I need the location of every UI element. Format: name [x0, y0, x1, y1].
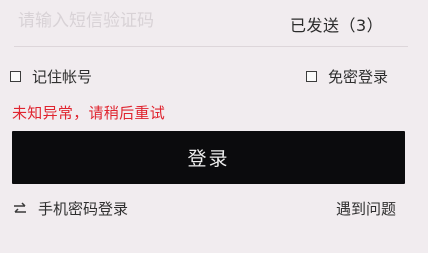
switch-to-password-login-link[interactable]: 手机密码登录	[12, 198, 128, 219]
login-options: 记住帐号 免密登录	[0, 62, 428, 92]
resend-code-countdown[interactable]: 已发送（3）	[290, 12, 383, 36]
remember-account-label: 记住帐号	[32, 68, 93, 86]
error-message: 未知异常，请稍后重试	[12, 104, 166, 122]
swap-arrows-icon	[12, 201, 28, 217]
auto-login-label: 免密登录	[328, 68, 389, 86]
switch-login-label: 手机密码登录	[38, 200, 129, 218]
checkbox-icon[interactable]	[306, 71, 317, 82]
footer-links: 手机密码登录 遇到问题	[0, 198, 428, 224]
login-button[interactable]: 登录	[12, 131, 405, 184]
input-underline	[14, 46, 408, 47]
sms-code-row: 已发送（3）	[0, 0, 428, 44]
auto-login-checkbox[interactable]: 免密登录	[306, 66, 388, 87]
help-link[interactable]: 遇到问题	[336, 198, 396, 219]
checkbox-icon[interactable]	[10, 71, 21, 82]
sms-code-input[interactable]	[14, 6, 264, 36]
remember-account-checkbox[interactable]: 记住帐号	[10, 66, 92, 87]
